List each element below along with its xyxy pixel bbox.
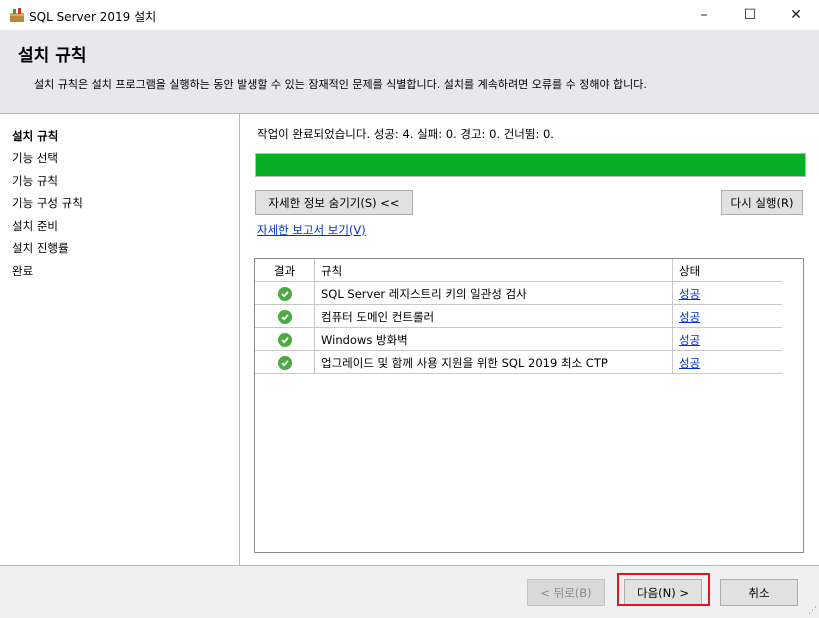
sql-setup-app-icon: [10, 8, 24, 22]
sidebar-item-install-rules[interactable]: 설치 규칙: [12, 128, 58, 144]
maximize-icon: ☐: [743, 7, 757, 23]
rule-name: 업그레이드 및 함께 사용 지원을 위한 SQL 2019 최소 CTP: [315, 351, 673, 374]
progress-fill: [256, 154, 805, 176]
view-detailed-report-link[interactable]: 자세한 보고서 보기(V): [257, 222, 366, 238]
status-link[interactable]: 성공: [679, 309, 700, 325]
maximize-button[interactable]: ☐: [727, 0, 773, 30]
table-row: 업그레이드 및 함께 사용 지원을 위한 SQL 2019 최소 CTP 성공: [255, 351, 782, 374]
column-header-status: 상태: [679, 263, 701, 278]
hide-details-button[interactable]: 자세한 정보 숨기기(S) <<: [255, 190, 413, 215]
rule-name: Windows 방화벽: [315, 328, 673, 351]
table-row: Windows 방화벽 성공: [255, 328, 782, 351]
check-icon: [277, 309, 292, 324]
minimize-button[interactable]: –: [681, 0, 727, 30]
check-icon: [277, 355, 292, 370]
sidebar-item-feature-config-rules[interactable]: 기능 구성 규칙: [12, 195, 83, 211]
column-header-result: 결과: [255, 259, 315, 282]
rerun-button[interactable]: 다시 실행(R): [721, 190, 803, 215]
sidebar-item-install-progress[interactable]: 설치 진행률: [12, 240, 69, 256]
title-bar: SQL Server 2019 설치 – ☐ ✕: [0, 0, 819, 30]
status-link[interactable]: 성공: [679, 286, 700, 302]
column-header-rule: 규칙: [315, 259, 673, 282]
table-row: SQL Server 레지스트리 키의 일관성 검사 성공: [255, 282, 782, 305]
steps-sidebar: 설치 규칙 기능 선택 기능 규칙 기능 구성 규칙 설치 준비 설치 진행률 …: [0, 114, 240, 565]
rule-name: SQL Server 레지스트리 키의 일관성 검사: [315, 282, 673, 305]
rules-table: 결과 규칙 상태 SQL Server 레지스트리 키의 일관성 검사 성공 컴…: [254, 258, 804, 553]
minimize-icon: –: [700, 7, 708, 23]
sidebar-item-feature-selection[interactable]: 기능 선택: [12, 150, 58, 166]
check-icon: [277, 286, 292, 301]
close-icon: ✕: [790, 7, 802, 23]
table-header-row: 결과 규칙 상태: [255, 259, 782, 282]
back-button[interactable]: < 뒤로(B): [527, 579, 605, 606]
page-title: 설치 규칙: [18, 46, 87, 66]
operation-status-text: 작업이 완료되었습니다. 성공: 4. 실패: 0. 경고: 0. 건너뜀: 0…: [257, 127, 554, 141]
main-panel: 작업이 완료되었습니다. 성공: 4. 실패: 0. 경고: 0. 건너뜀: 0…: [240, 114, 819, 565]
status-link[interactable]: 성공: [679, 355, 700, 371]
next-button-highlight: [617, 573, 710, 606]
sidebar-item-complete[interactable]: 완료: [12, 263, 33, 279]
window-title: SQL Server 2019 설치: [29, 10, 157, 24]
status-link[interactable]: 성공: [679, 332, 700, 348]
page-header: 설치 규칙 설치 규칙은 설치 프로그램을 실행하는 동안 발생할 수 있는 잠…: [0, 30, 819, 114]
cancel-button[interactable]: 취소: [720, 579, 798, 606]
progress-bar: [255, 153, 806, 177]
close-button[interactable]: ✕: [773, 0, 819, 30]
rule-name: 컴퓨터 도메인 컨트롤러: [315, 305, 673, 328]
sidebar-item-ready-to-install[interactable]: 설치 준비: [12, 218, 58, 234]
check-icon: [277, 332, 292, 347]
resize-grip-icon[interactable]: ⋰: [808, 606, 817, 616]
page-description: 설치 규칙은 설치 프로그램을 실행하는 동안 발생할 수 있는 잠재적인 문제…: [34, 78, 647, 91]
sidebar-item-feature-rules[interactable]: 기능 규칙: [12, 173, 58, 189]
table-row: 컴퓨터 도메인 컨트롤러 성공: [255, 305, 782, 328]
